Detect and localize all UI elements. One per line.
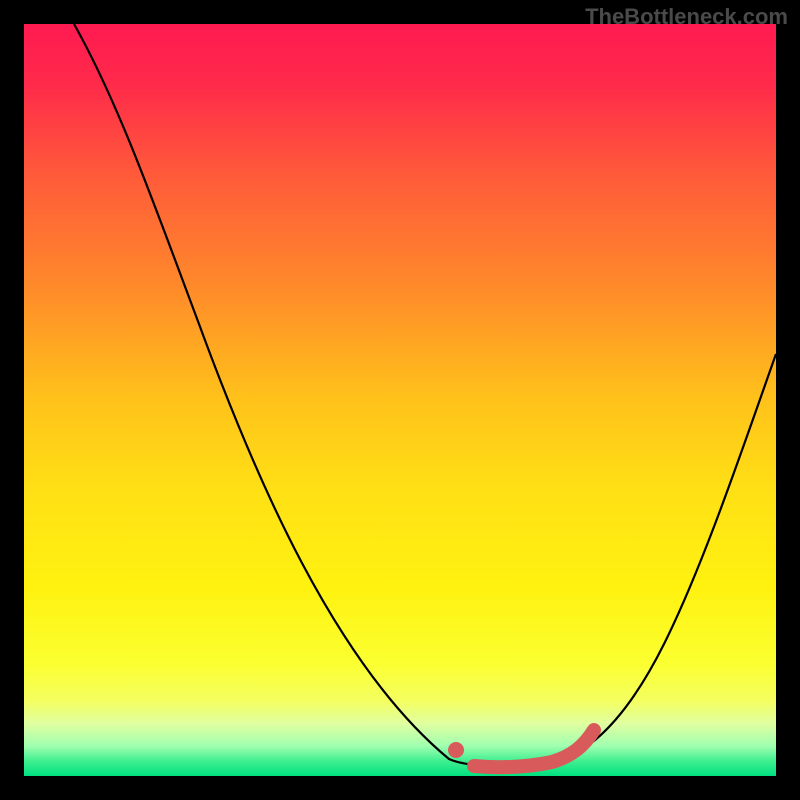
watermark-text: TheBottleneck.com xyxy=(585,4,788,30)
main-curve xyxy=(74,24,776,766)
plot-area xyxy=(24,24,776,776)
optimal-dot xyxy=(448,742,464,758)
bottleneck-curve xyxy=(24,24,776,776)
optimal-segment xyxy=(474,730,594,767)
